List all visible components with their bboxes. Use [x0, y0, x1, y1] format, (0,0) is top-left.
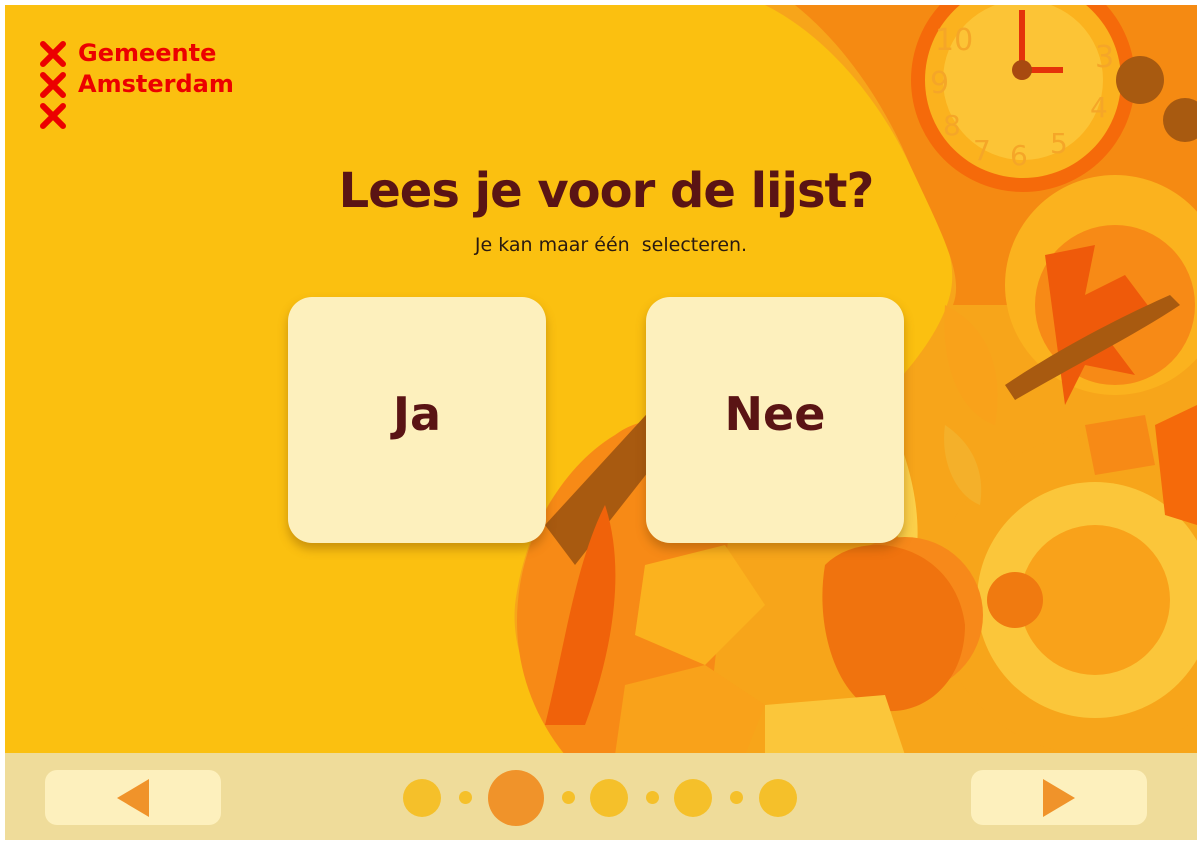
svg-text:8: 8	[943, 109, 961, 142]
answer-yes-label: Ja	[392, 387, 442, 441]
question-title: Lees je voor de lijst?	[338, 163, 875, 219]
quiz-screen: 10 9 8 7 6 5 4 3 Gemeente Amsterdam Lees…	[5, 5, 1197, 840]
background-illustration: 10 9 8 7 6 5 4 3	[514, 5, 1197, 755]
step-dot-2-current[interactable]	[488, 770, 544, 826]
step-separator	[646, 791, 659, 804]
step-dot-4[interactable]	[674, 779, 712, 817]
question-hint: Je kan maar één selecteren.	[474, 234, 748, 256]
st-andrew-cross-icon	[40, 72, 66, 98]
step-separator	[562, 791, 575, 804]
logo-text-line-1: Gemeente	[78, 39, 217, 67]
step-dot-5[interactable]	[759, 779, 797, 817]
st-andrew-cross-icon	[40, 41, 66, 67]
svg-text:4: 4	[1090, 91, 1108, 124]
answer-yes-button[interactable]: Ja	[288, 297, 546, 543]
triangle-right-icon	[1043, 778, 1075, 817]
step-dot-3[interactable]	[590, 779, 628, 817]
st-andrew-cross-icon	[40, 103, 66, 129]
svg-text:5: 5	[1050, 127, 1068, 160]
step-separator	[459, 791, 472, 804]
svg-text:9: 9	[930, 66, 949, 101]
svg-text:10: 10	[935, 23, 973, 58]
next-button[interactable]	[971, 770, 1147, 825]
navigation-bar	[5, 753, 1197, 840]
step-dot-1[interactable]	[403, 779, 441, 817]
step-separator	[730, 791, 743, 804]
answer-no-button[interactable]: Nee	[646, 297, 904, 543]
svg-text:3: 3	[1095, 40, 1114, 75]
answer-no-label: Nee	[724, 387, 826, 441]
logo-text-line-2: Amsterdam	[78, 70, 234, 98]
